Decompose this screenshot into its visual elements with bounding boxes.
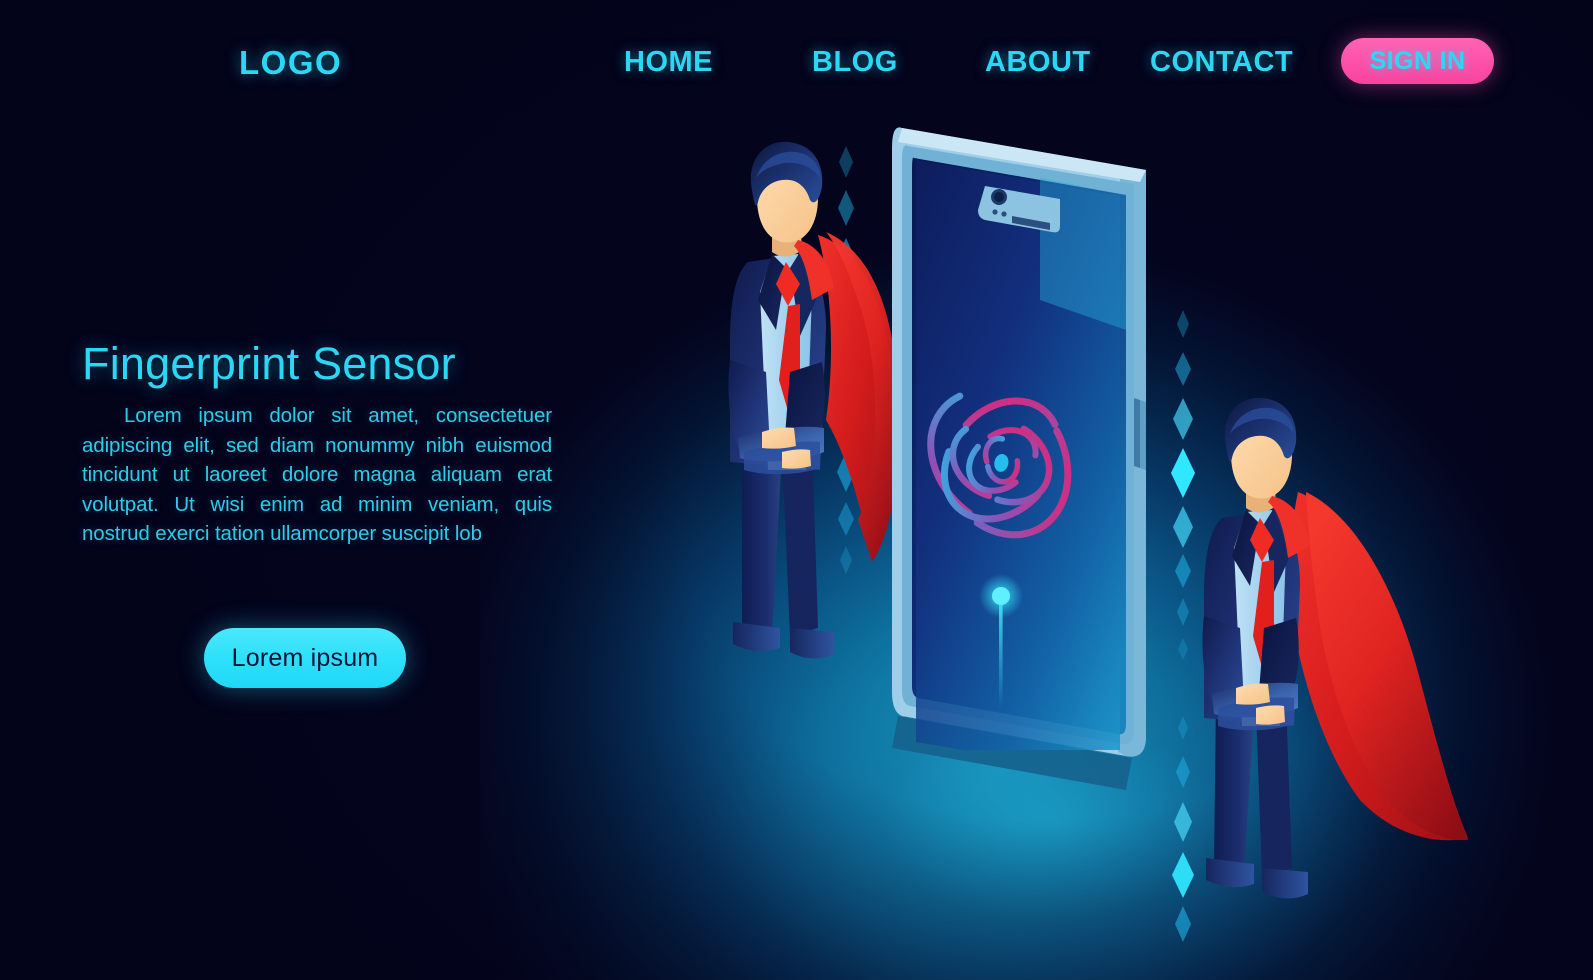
- sign-in-label: SIGN IN: [1369, 46, 1466, 75]
- page-title: Fingerprint Sensor: [82, 338, 456, 389]
- fingerprint-icon: [927, 381, 1077, 539]
- hero-description: Lorem ipsum dolor sit amet, consectetuer…: [82, 404, 552, 546]
- cta-button-label: Lorem ipsum: [231, 643, 379, 672]
- background-glow-bottom: [620, 560, 1480, 980]
- site-logo[interactable]: LOGO: [239, 44, 342, 82]
- smartphone-isometric: [892, 127, 1146, 790]
- phone-notch: [978, 186, 1060, 233]
- nav-link-blog[interactable]: BLOG: [812, 46, 898, 79]
- hero-text-block: Fingerprint Sensor Lorem ipsum dolor sit…: [82, 340, 552, 549]
- sign-in-button[interactable]: SIGN IN: [1341, 38, 1494, 84]
- top-navigation-bar: LOGO HOME BLOG ABOUT CONTACT SIGN IN: [0, 0, 1593, 128]
- page-root: LOGO HOME BLOG ABOUT CONTACT SIGN IN Fin…: [0, 0, 1593, 980]
- nav-link-about[interactable]: ABOUT: [985, 46, 1091, 79]
- cta-button[interactable]: Lorem ipsum: [204, 628, 406, 688]
- nav-link-home[interactable]: HOME: [624, 46, 713, 79]
- character-right: [1202, 397, 1468, 899]
- diamond-chain-left: [835, 146, 857, 574]
- diamond-chain-right: [1171, 310, 1195, 942]
- glow-pin: [979, 574, 1023, 708]
- character-left: [728, 141, 899, 659]
- nav-link-contact[interactable]: CONTACT: [1150, 46, 1293, 79]
- background-glow: [480, 120, 1593, 980]
